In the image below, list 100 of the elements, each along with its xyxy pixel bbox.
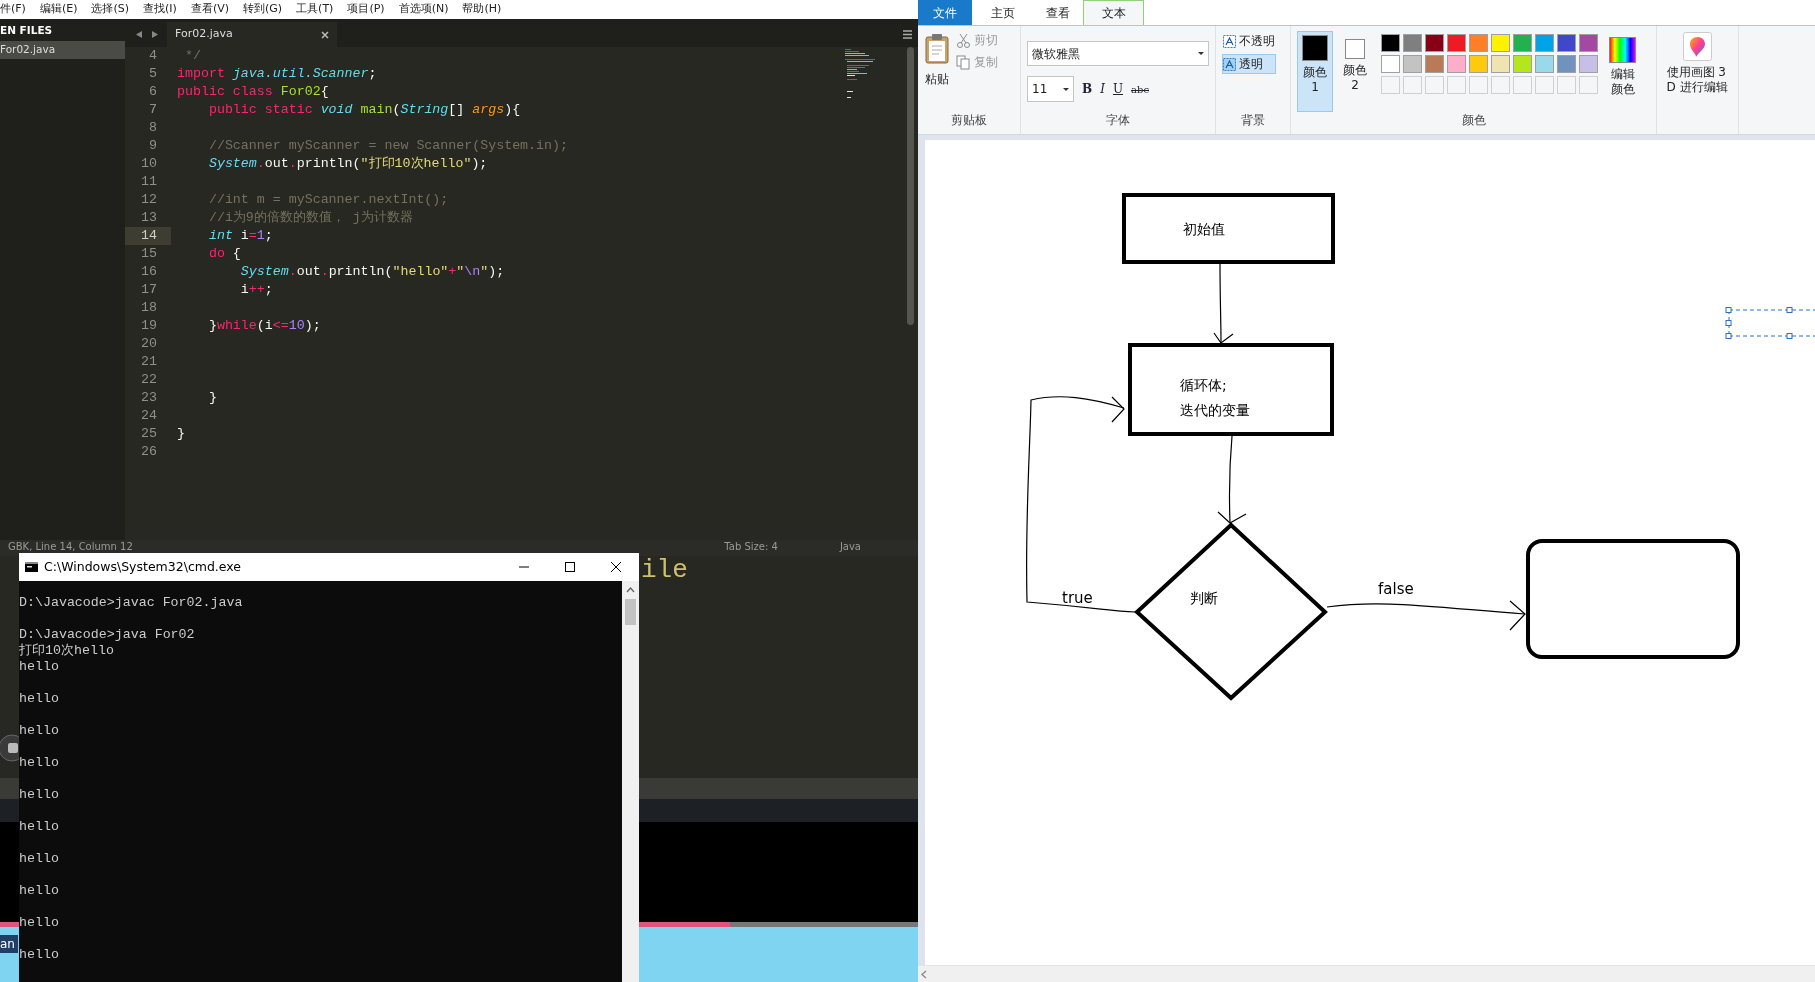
empty-swatch[interactable] — [1557, 76, 1576, 94]
ribbon-tab[interactable]: 文本 — [1083, 0, 1144, 25]
underline-button[interactable]: U — [1112, 80, 1124, 98]
line-number: 16 — [140, 263, 158, 281]
font-size-dropdown[interactable]: 11 — [1027, 76, 1074, 102]
palette-swatch[interactable] — [1535, 55, 1554, 73]
status-syntax[interactable]: Java — [839, 541, 861, 553]
palette-swatch[interactable] — [1491, 55, 1510, 73]
line-number: 11 — [140, 173, 158, 191]
empty-swatch[interactable] — [1579, 76, 1598, 94]
code-line: //i为9的倍数的数值， j为计数器 — [207, 210, 413, 225]
group-label: 字体 — [1105, 112, 1131, 129]
close-icon[interactable] — [611, 562, 621, 572]
bold-button[interactable]: B — [1082, 80, 1093, 98]
paint-drop-icon[interactable] — [1683, 32, 1712, 61]
horizontal-scrollbar[interactable] — [918, 965, 1815, 982]
strike-button[interactable]: abc — [1131, 81, 1149, 97]
palette-swatch[interactable] — [1425, 55, 1444, 73]
palette-swatch[interactable] — [1447, 34, 1466, 52]
line-number: 15 — [140, 245, 158, 263]
font-family-dropdown[interactable]: 微软雅黑 — [1027, 41, 1209, 66]
palette-swatch[interactable] — [1425, 34, 1444, 52]
color-spectrum-icon[interactable] — [1609, 37, 1636, 63]
status-tab-size[interactable]: Tab Size: 4 — [724, 541, 778, 553]
console-line: hello — [19, 819, 59, 835]
code-line: import java.util.Scanner; — [176, 66, 377, 81]
menu-item[interactable]: 件(F) — [0, 1, 26, 18]
menu-item[interactable]: 首选项(N) — [398, 1, 449, 18]
palette-swatch[interactable] — [1557, 34, 1576, 52]
italic-button[interactable]: I — [1100, 80, 1105, 98]
empty-swatch[interactable] — [1447, 76, 1466, 94]
line-number: 6 — [148, 83, 158, 101]
palette-swatch[interactable] — [1491, 34, 1510, 52]
paint-3d-button[interactable]: 使用画图 3D 进行编辑 — [1657, 30, 1738, 95]
scrollbar-thumb[interactable] — [907, 47, 914, 325]
palette-swatch[interactable] — [1403, 34, 1422, 52]
background-option[interactable]: 不透明 — [1222, 31, 1276, 51]
scrollbar-thumb[interactable] — [625, 599, 636, 625]
text-frame-icon[interactable] — [1223, 34, 1236, 48]
palette-swatch[interactable] — [1469, 55, 1488, 73]
line-number: 12 — [140, 191, 158, 209]
console-line: hello — [19, 883, 59, 899]
sidebar-file[interactable]: For02.java — [0, 40, 125, 59]
code-line: int i=1; — [207, 228, 273, 243]
line-number: 9 — [148, 137, 158, 155]
empty-swatch[interactable] — [1513, 76, 1532, 94]
empty-swatch[interactable] — [1381, 76, 1400, 94]
arrow-right-icon[interactable] — [151, 30, 159, 39]
line-number: 25 — [140, 425, 158, 443]
edit-colors-button[interactable]: 编辑颜色 — [1609, 31, 1636, 112]
palette-swatch[interactable] — [1513, 55, 1532, 73]
palette-swatch[interactable] — [1513, 34, 1532, 52]
menu-item[interactable]: 帮助(H) — [462, 1, 502, 18]
palette-swatch[interactable] — [1579, 34, 1598, 52]
line-number: 17 — [140, 281, 158, 299]
paste-button[interactable]: 粘贴 — [924, 31, 950, 112]
line-number: 18 — [140, 299, 158, 317]
caret-icon[interactable] — [1198, 52, 1204, 55]
color-slot[interactable]: 颜色 2 — [1338, 31, 1372, 112]
menu-icon[interactable] — [903, 30, 912, 39]
text-frame-icon[interactable] — [1223, 57, 1236, 71]
ribbon-tab[interactable]: 主页 — [972, 0, 1033, 25]
menu-item[interactable]: 转到(G) — [243, 1, 283, 18]
text-selection-box[interactable] — [1725, 307, 1815, 339]
palette-swatch[interactable] — [1469, 34, 1488, 52]
menu-item[interactable]: 查看(V) — [190, 1, 229, 18]
editor-tab[interactable]: For02.java — [167, 22, 337, 47]
menu-item[interactable]: 查找(I) — [143, 1, 177, 18]
menu-item[interactable]: 编辑(E) — [39, 1, 78, 18]
empty-swatch[interactable] — [1535, 76, 1554, 94]
empty-swatch[interactable] — [1425, 76, 1444, 94]
background-option[interactable]: 透明 — [1222, 54, 1276, 74]
palette-swatch[interactable] — [1447, 55, 1466, 73]
arrow-left-icon[interactable] — [135, 30, 143, 39]
code-line: //int m = myScanner.nextInt(); — [207, 192, 449, 207]
line-number: 13 — [140, 209, 158, 227]
palette-swatch[interactable] — [1579, 55, 1598, 73]
palette-swatch[interactable] — [1403, 55, 1422, 73]
empty-swatch[interactable] — [1469, 76, 1488, 94]
color-slot[interactable]: 颜色 1 — [1297, 31, 1333, 112]
menu-item[interactable]: 选择(S) — [91, 1, 130, 18]
code-line: } — [207, 390, 217, 405]
close-icon[interactable] — [321, 30, 329, 39]
palette-swatch[interactable] — [1535, 34, 1554, 52]
palette-swatch[interactable] — [1381, 34, 1400, 52]
file-menu-tab[interactable]: 文件 — [918, 0, 972, 25]
palette-swatch[interactable] — [1557, 55, 1576, 73]
palette-swatch[interactable] — [1381, 55, 1400, 73]
menu-item[interactable]: 项目(P) — [347, 1, 385, 18]
code-line: //Scanner myScanner = new Scanner(System.in); — [207, 138, 568, 153]
ribbon-tab[interactable]: 查看 — [1033, 0, 1083, 25]
scroll-up-icon[interactable] — [626, 587, 635, 593]
caret-icon[interactable] — [1063, 87, 1069, 91]
empty-swatch[interactable] — [1403, 76, 1422, 94]
group-label: 背景 — [1240, 112, 1266, 129]
empty-swatch[interactable] — [1491, 76, 1510, 94]
scroll-left-icon[interactable] — [921, 969, 927, 979]
menu-item[interactable]: 工具(T) — [296, 1, 334, 18]
code-line: public static void main(String[] args){ — [207, 102, 521, 117]
maximize-icon[interactable] — [565, 562, 575, 572]
